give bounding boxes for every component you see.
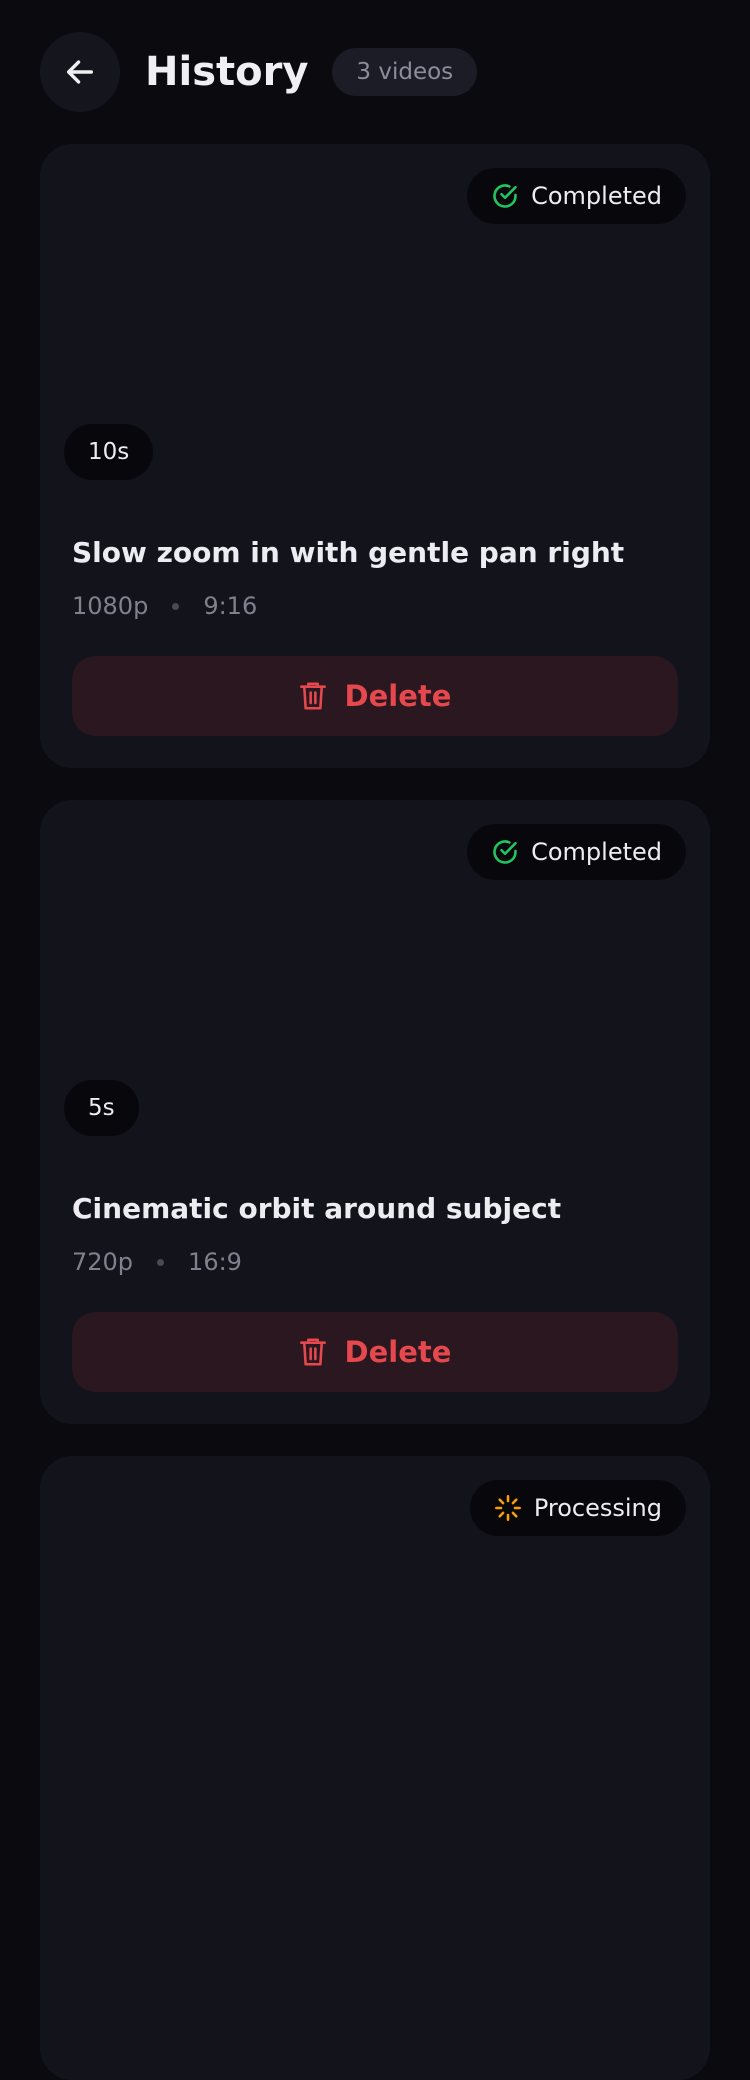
check-circle-icon (493, 184, 517, 208)
video-card[interactable]: Processing (40, 1456, 710, 2080)
delete-button[interactable]: Delete (72, 1312, 678, 1392)
status-label: Completed (531, 182, 662, 210)
trash-icon (299, 1338, 326, 1366)
video-card[interactable]: Completed 5s Cinematic orbit around subj… (40, 800, 710, 1424)
status-badge: Completed (467, 168, 686, 224)
status-label: Processing (533, 1494, 662, 1522)
resolution: 1080p (72, 592, 149, 620)
video-title: Slow zoom in with gentle pan right (72, 536, 625, 569)
status-badge: Processing (469, 1480, 686, 1536)
spinner-icon (494, 1495, 521, 1521)
arrow-left-icon (66, 60, 94, 84)
separator-dot (172, 602, 180, 610)
video-card[interactable]: Completed 10s Slow zoom in with gentle p… (40, 144, 710, 768)
header: History 3 videos (40, 32, 478, 112)
video-meta: 720p 16:9 (72, 1248, 242, 1276)
status-badge: Completed (467, 824, 686, 880)
duration-badge: 10s (64, 424, 154, 480)
delete-button[interactable]: Delete (72, 656, 678, 736)
aspect-ratio: 9:16 (203, 592, 258, 620)
check-circle-icon (493, 840, 517, 864)
video-count-badge: 3 videos (332, 48, 478, 96)
duration-badge: 5s (64, 1080, 139, 1136)
separator-dot (157, 1258, 165, 1266)
video-title: Cinematic orbit around subject (72, 1192, 562, 1225)
status-label: Completed (531, 838, 662, 866)
page-title: History (145, 49, 309, 95)
video-meta: 1080p 9:16 (72, 592, 257, 620)
resolution: 720p (72, 1248, 134, 1276)
delete-label: Delete (344, 679, 452, 713)
back-button[interactable] (40, 32, 120, 112)
delete-label: Delete (344, 1335, 452, 1369)
aspect-ratio: 16:9 (188, 1248, 242, 1276)
trash-icon (299, 682, 326, 710)
